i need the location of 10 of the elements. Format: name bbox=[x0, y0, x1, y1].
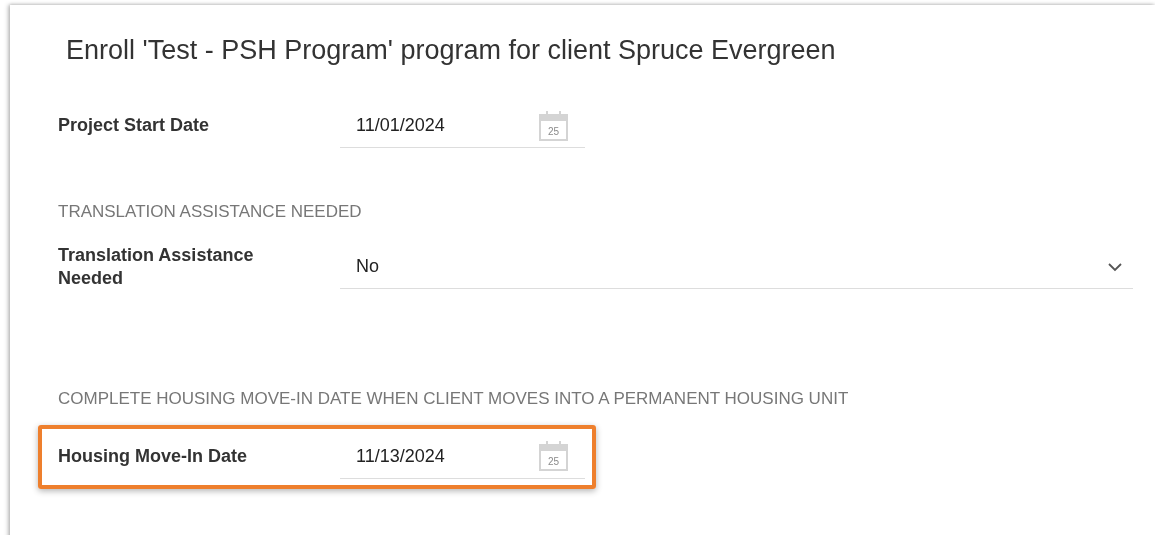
date-field[interactable]: 11/13/2024 25 bbox=[340, 434, 585, 479]
section-heading: COMPLETE HOUSING MOVE-IN DATE WHEN CLIENT MOVES INTO A PERMANENT HOUSING UNIT bbox=[58, 388, 849, 409]
field-label: Project Start Date bbox=[58, 114, 211, 138]
chevron-down-icon bbox=[1107, 261, 1123, 272]
field-label: Translation Assistance Needed bbox=[58, 244, 255, 291]
section-heading: TRANSLATION ASSISTANCE NEEDED bbox=[58, 202, 362, 222]
form-title: Enroll 'Test - PSH Program' program for client Spruce Evergreen bbox=[66, 35, 836, 66]
field-label: Housing Move-In Date bbox=[58, 445, 248, 469]
date-field[interactable]: 11/01/2024 25 bbox=[340, 104, 585, 148]
dropdown-field[interactable]: No bbox=[340, 245, 1133, 290]
